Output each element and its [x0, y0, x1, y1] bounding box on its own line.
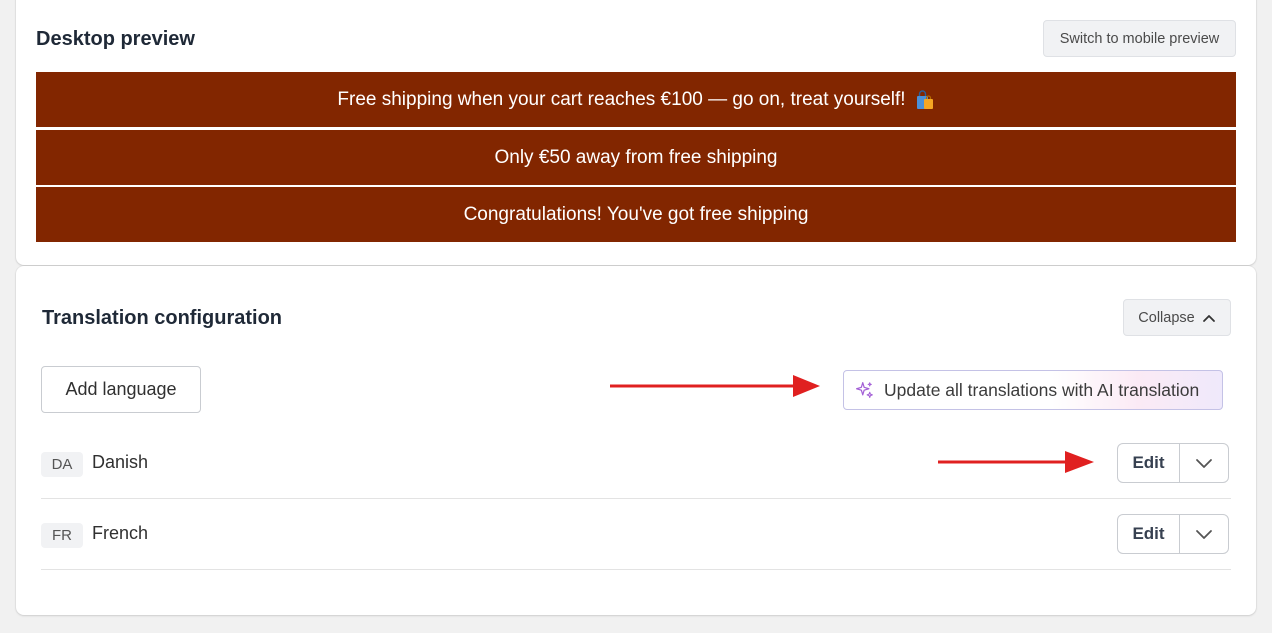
language-code-badge: FR [41, 523, 83, 548]
announcement-banner: Free shipping when your cart reaches €10… [36, 72, 1236, 127]
more-actions-button[interactable] [1180, 515, 1228, 553]
chevron-down-icon [1196, 458, 1212, 468]
preview-title: Desktop preview [36, 28, 195, 50]
sparkles-icon [856, 381, 873, 398]
switch-to-mobile-preview-button[interactable]: Switch to mobile preview [1043, 20, 1236, 57]
collapse-label: Collapse [1138, 309, 1195, 326]
edit-split-button: Edit [1117, 514, 1229, 554]
section-title: Translation configuration [42, 307, 283, 329]
language-name: Danish [92, 452, 149, 472]
annotation-arrow [937, 449, 1095, 475]
banner-text: Only €50 away from free shipping [494, 146, 778, 168]
more-actions-button[interactable] [1180, 444, 1228, 482]
edit-button[interactable]: Edit [1118, 444, 1180, 482]
edit-button[interactable]: Edit [1118, 515, 1180, 553]
desktop-preview-card: Desktop preview Switch to mobile preview… [16, 0, 1256, 265]
language-row: FR French Edit [41, 499, 1231, 570]
add-language-button[interactable]: Add language [41, 366, 201, 413]
ai-translate-all-button[interactable]: Update all translations with AI translat… [843, 370, 1223, 410]
annotation-arrow [609, 373, 821, 399]
announcement-banner: Only €50 away from free shipping [36, 130, 1236, 185]
banner-text: Congratulations! You've got free shippin… [463, 203, 809, 225]
shopping-bag-icon [915, 89, 935, 110]
ai-translate-label: Update all translations with AI translat… [884, 379, 1200, 400]
banner-text: Free shipping when your cart reaches €10… [337, 88, 906, 110]
edit-split-button: Edit [1117, 443, 1229, 483]
collapse-button[interactable]: Collapse [1123, 299, 1231, 336]
chevron-up-icon [1202, 314, 1215, 322]
language-code-badge: DA [41, 452, 83, 477]
announcement-banner: Congratulations! You've got free shippin… [36, 187, 1236, 242]
translation-configuration-card: Translation configuration Collapse Add l… [16, 266, 1256, 615]
language-name: French [92, 523, 149, 543]
chevron-down-icon [1196, 529, 1212, 539]
